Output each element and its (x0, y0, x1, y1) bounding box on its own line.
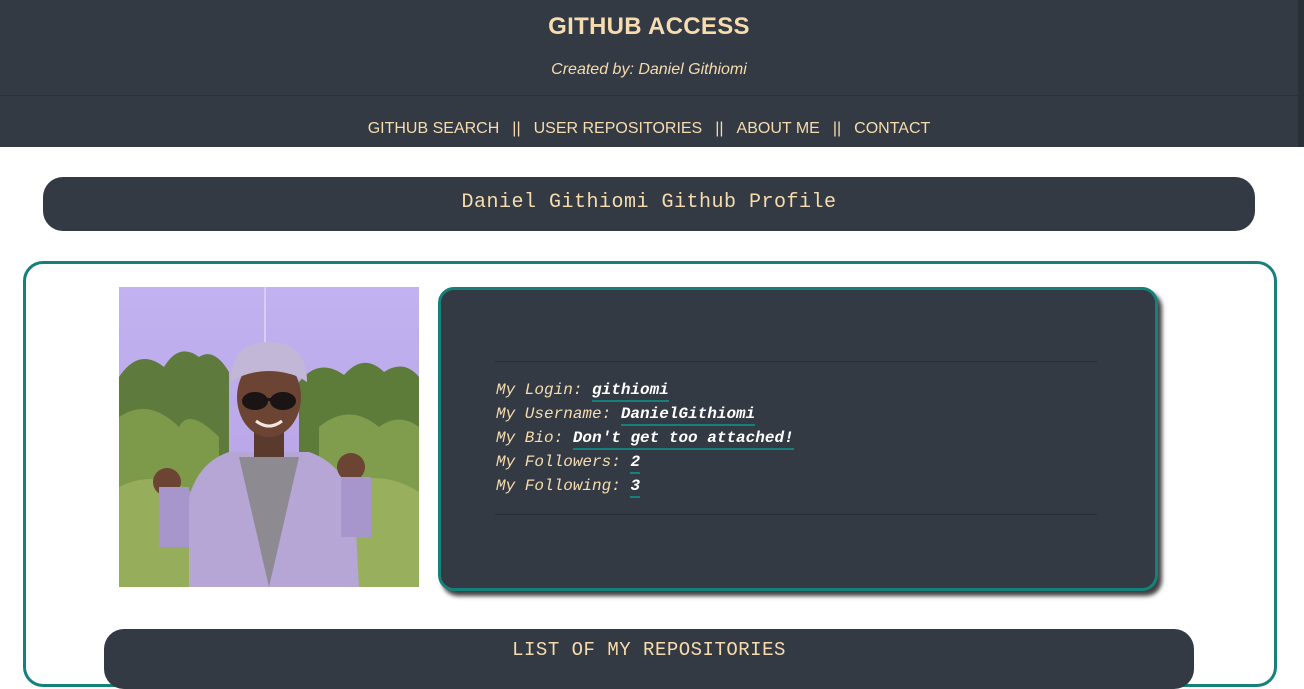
nav-separator: || (715, 120, 724, 137)
repositories-heading: LIST OF MY REPOSITORIES (104, 629, 1194, 689)
following-value: 3 (630, 477, 641, 498)
profile-photo-icon (119, 287, 419, 587)
profile-banner: Daniel Githiomi Github Profile (43, 177, 1255, 231)
nav-github-search[interactable]: GITHUB SEARCH (368, 120, 500, 137)
login-row: My Login: githiomi (496, 378, 794, 402)
bio-row: My Bio: Don't get too attached! (496, 426, 794, 450)
divider (495, 361, 1097, 362)
followers-label: My Followers: (496, 453, 621, 471)
main-nav: GITHUB SEARCH || USER REPOSITORIES || ABOUT … (0, 120, 1298, 138)
followers-value: 2 (630, 453, 641, 474)
login-value: githiomi (592, 381, 669, 402)
followers-row: My Followers: 2 (496, 450, 794, 474)
avatar (119, 287, 419, 587)
nav-separator: || (832, 120, 842, 137)
profile-details: My Login: githiomi My Username: DanielGi… (496, 378, 794, 498)
username-label: My Username: (496, 405, 612, 423)
username-row: My Username: DanielGithiomi (496, 402, 794, 426)
bio-label: My Bio: (496, 429, 564, 447)
site-subtitle: Created by: Daniel Githiomi (551, 61, 747, 78)
bio-value: Don't get too attached! (572, 429, 794, 450)
nav-about-me[interactable]: ABOUT ME (737, 120, 820, 137)
following-label: My Following: (496, 477, 621, 495)
following-row: My Following: 3 (496, 474, 794, 498)
site-header: GITHUB ACCESS Created by: Daniel Githiom… (0, 0, 1304, 147)
nav-contact[interactable]: CONTACT (854, 120, 930, 137)
nav-user-repositories[interactable]: USER REPOSITORIES (534, 120, 703, 137)
header-divider (0, 95, 1304, 96)
nav-separator: || (512, 120, 521, 137)
username-value: DanielGithiomi (620, 405, 756, 426)
site-title: GITHUB ACCESS (548, 13, 750, 40)
login-label: My Login: (496, 381, 583, 399)
divider (495, 514, 1097, 515)
scrollbar[interactable] (1298, 0, 1304, 147)
